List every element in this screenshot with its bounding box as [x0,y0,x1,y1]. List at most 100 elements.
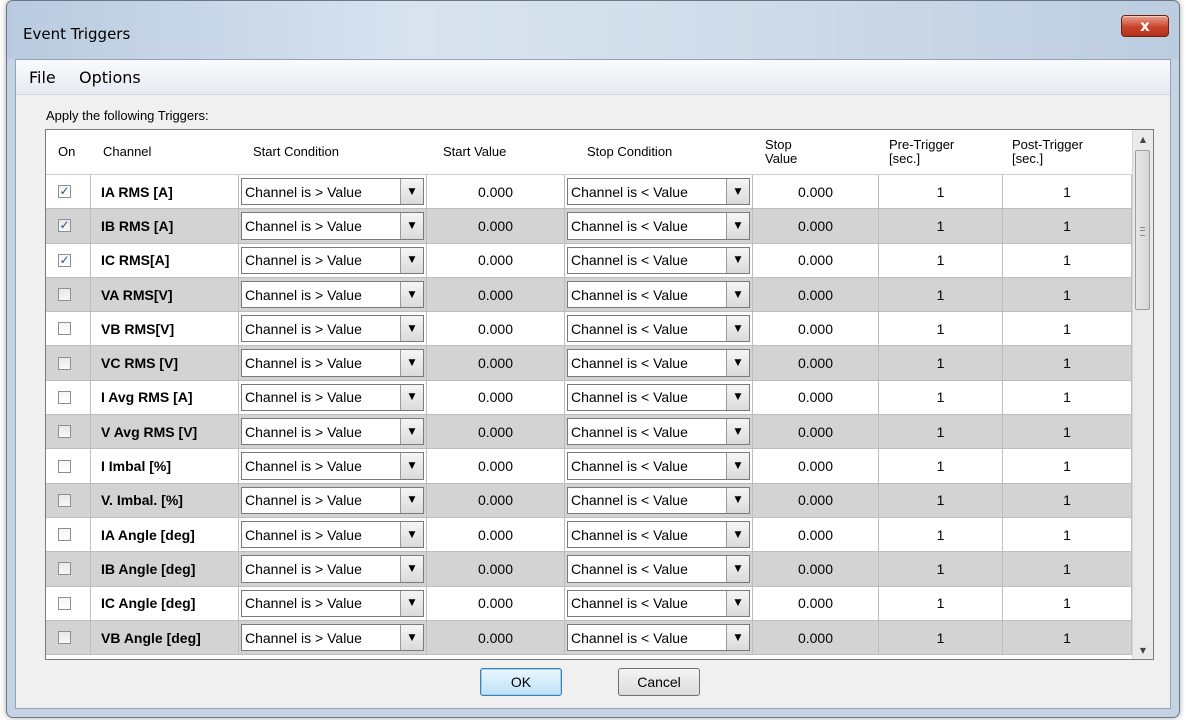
enable-checkbox[interactable] [58,390,71,404]
cell-stop-value[interactable]: 0.000 [753,415,879,450]
start-condition-dropdown[interactable]: Channel is > Value ▼ [241,418,424,446]
chevron-down-icon[interactable]: ▼ [726,521,749,548]
chevron-down-icon[interactable]: ▼ [726,316,749,342]
enable-checkbox[interactable]: ✓ [58,219,71,233]
chevron-down-icon[interactable]: ▼ [726,590,749,616]
stop-condition-dropdown[interactable]: Channel is < Value ▼ [567,555,750,583]
column-header-start-value[interactable]: Start Value [427,130,565,174]
cell-pre[interactable]: 1 [879,312,1003,347]
cell-start-value[interactable]: 0.000 [427,380,565,416]
table-row[interactable]: I Imbal [%] Channel is > Value ▼ 0.000 Chann… [46,449,1132,484]
stop-condition-dropdown[interactable]: Channel is < Value ▼ [567,520,750,549]
cell-stop-value[interactable]: 0.000 [753,483,879,518]
table-row[interactable]: ✓ IB RMS [A] Channel is > Value ▼ 0.000 Chann… [46,209,1132,244]
close-button[interactable]: x [1121,15,1169,37]
cell-stop-value[interactable]: 0.000 [753,175,879,210]
stop-condition-dropdown[interactable]: Channel is < Value ▼ [567,349,750,377]
chevron-down-icon[interactable]: ▼ [726,487,749,513]
cell-start-value[interactable]: 0.000 [427,277,565,313]
stop-condition-dropdown[interactable]: Channel is < Value ▼ [567,418,750,446]
stop-condition-dropdown[interactable]: Channel is < Value ▼ [567,623,750,652]
cell-stop-value[interactable]: 0.000 [753,552,879,587]
cancel-button[interactable]: Cancel [618,668,700,696]
cell-stop-value[interactable]: 0.000 [753,346,879,381]
cell-post[interactable]: 1 [1003,175,1132,210]
start-condition-dropdown[interactable]: Channel is > Value ▼ [241,246,424,274]
start-condition-dropdown[interactable]: Channel is > Value ▼ [241,212,424,240]
cell-post[interactable]: 1 [1003,277,1132,313]
table-row[interactable]: IA Angle [deg] Channel is > Value ▼ 0.000 Ch… [46,517,1132,553]
cell-post[interactable]: 1 [1003,209,1132,244]
stop-condition-dropdown[interactable]: Channel is < Value ▼ [567,178,750,206]
scroll-down-icon[interactable]: ▼ [1133,641,1153,659]
cell-start-value[interactable]: 0.000 [427,620,565,656]
start-condition-dropdown[interactable]: Channel is > Value ▼ [241,315,424,343]
scroll-up-icon[interactable]: ▲ [1133,130,1153,148]
chevron-down-icon[interactable]: ▼ [726,556,749,582]
start-condition-dropdown[interactable]: Channel is > Value ▼ [241,623,424,652]
enable-checkbox[interactable] [58,288,71,302]
cell-start-value[interactable]: 0.000 [427,483,565,518]
table-row[interactable]: IB Angle [deg] Channel is > Value ▼ 0.000 Ch… [46,552,1132,587]
cell-start-value[interactable]: 0.000 [427,243,565,278]
cell-post[interactable]: 1 [1003,243,1132,278]
chevron-down-icon[interactable]: ▼ [400,281,423,308]
chevron-down-icon[interactable]: ▼ [726,453,749,479]
enable-checkbox[interactable] [58,631,71,644]
start-condition-dropdown[interactable]: Channel is > Value ▼ [241,178,424,206]
cell-start-value[interactable]: 0.000 [427,209,565,244]
cell-pre[interactable]: 1 [879,620,1003,656]
chevron-down-icon[interactable]: ▼ [400,521,423,548]
table-row[interactable]: VB RMS[V] Channel is > Value ▼ 0.000 Channel… [46,312,1132,347]
cell-stop-value[interactable]: 0.000 [753,380,879,416]
cell-start-value[interactable]: 0.000 [427,552,565,587]
chevron-down-icon[interactable]: ▼ [726,419,749,445]
cell-pre[interactable]: 1 [879,346,1003,381]
menu-options[interactable]: Options [79,68,141,87]
enable-checkbox[interactable] [58,493,71,507]
stop-condition-dropdown[interactable]: Channel is < Value ▼ [567,212,750,240]
chevron-down-icon[interactable]: ▼ [400,213,423,239]
chevron-down-icon[interactable]: ▼ [400,590,423,616]
chevron-down-icon[interactable]: ▼ [400,487,423,513]
enable-checkbox[interactable] [58,528,71,542]
chevron-down-icon[interactable]: ▼ [400,419,423,445]
column-header-start-condition[interactable]: Start Condition [239,130,427,174]
enable-checkbox[interactable]: ✓ [58,253,71,267]
cell-start-value[interactable]: 0.000 [427,449,565,484]
enable-checkbox[interactable]: ✓ [58,185,71,199]
cell-pre[interactable]: 1 [879,449,1003,484]
column-header-post-trigger[interactable]: Post-Trigger [sec.] [1003,130,1132,174]
enable-checkbox[interactable] [58,322,71,336]
cell-stop-value[interactable]: 0.000 [753,243,879,278]
table-row[interactable]: VC RMS [V] Channel is > Value ▼ 0.000 Channe… [46,346,1132,381]
cell-pre[interactable]: 1 [879,483,1003,518]
chevron-down-icon[interactable]: ▼ [726,384,749,411]
start-condition-dropdown[interactable]: Channel is > Value ▼ [241,520,424,549]
chevron-down-icon[interactable]: ▼ [726,247,749,273]
start-condition-dropdown[interactable]: Channel is > Value ▼ [241,452,424,480]
cell-start-value[interactable]: 0.000 [427,312,565,347]
ok-button[interactable]: OK [480,668,562,696]
cell-pre[interactable]: 1 [879,415,1003,450]
cell-post[interactable]: 1 [1003,346,1132,381]
stop-condition-dropdown[interactable]: Channel is < Value ▼ [567,280,750,309]
column-header-pre-trigger[interactable]: Pre-Trigger [sec.] [879,130,1003,174]
cell-pre[interactable]: 1 [879,209,1003,244]
chevron-down-icon[interactable]: ▼ [400,316,423,342]
cell-stop-value[interactable]: 0.000 [753,312,879,347]
cell-stop-value[interactable]: 0.000 [753,209,879,244]
stop-condition-dropdown[interactable]: Channel is < Value ▼ [567,383,750,412]
chevron-down-icon[interactable]: ▼ [400,384,423,411]
chevron-down-icon[interactable]: ▼ [726,350,749,376]
cell-start-value[interactable]: 0.000 [427,586,565,621]
chevron-down-icon[interactable]: ▼ [400,556,423,582]
table-row[interactable]: VB Angle [deg] Channel is > Value ▼ 0.000 Ch… [46,620,1132,656]
cell-start-value[interactable]: 0.000 [427,517,565,553]
cell-start-value[interactable]: 0.000 [427,175,565,210]
cell-post[interactable]: 1 [1003,415,1132,450]
cell-start-value[interactable]: 0.000 [427,415,565,450]
table-row[interactable]: I Avg RMS [A] Channel is > Value ▼ 0.000 Cha… [46,380,1132,416]
chevron-down-icon[interactable]: ▼ [400,247,423,273]
cell-post[interactable]: 1 [1003,483,1132,518]
